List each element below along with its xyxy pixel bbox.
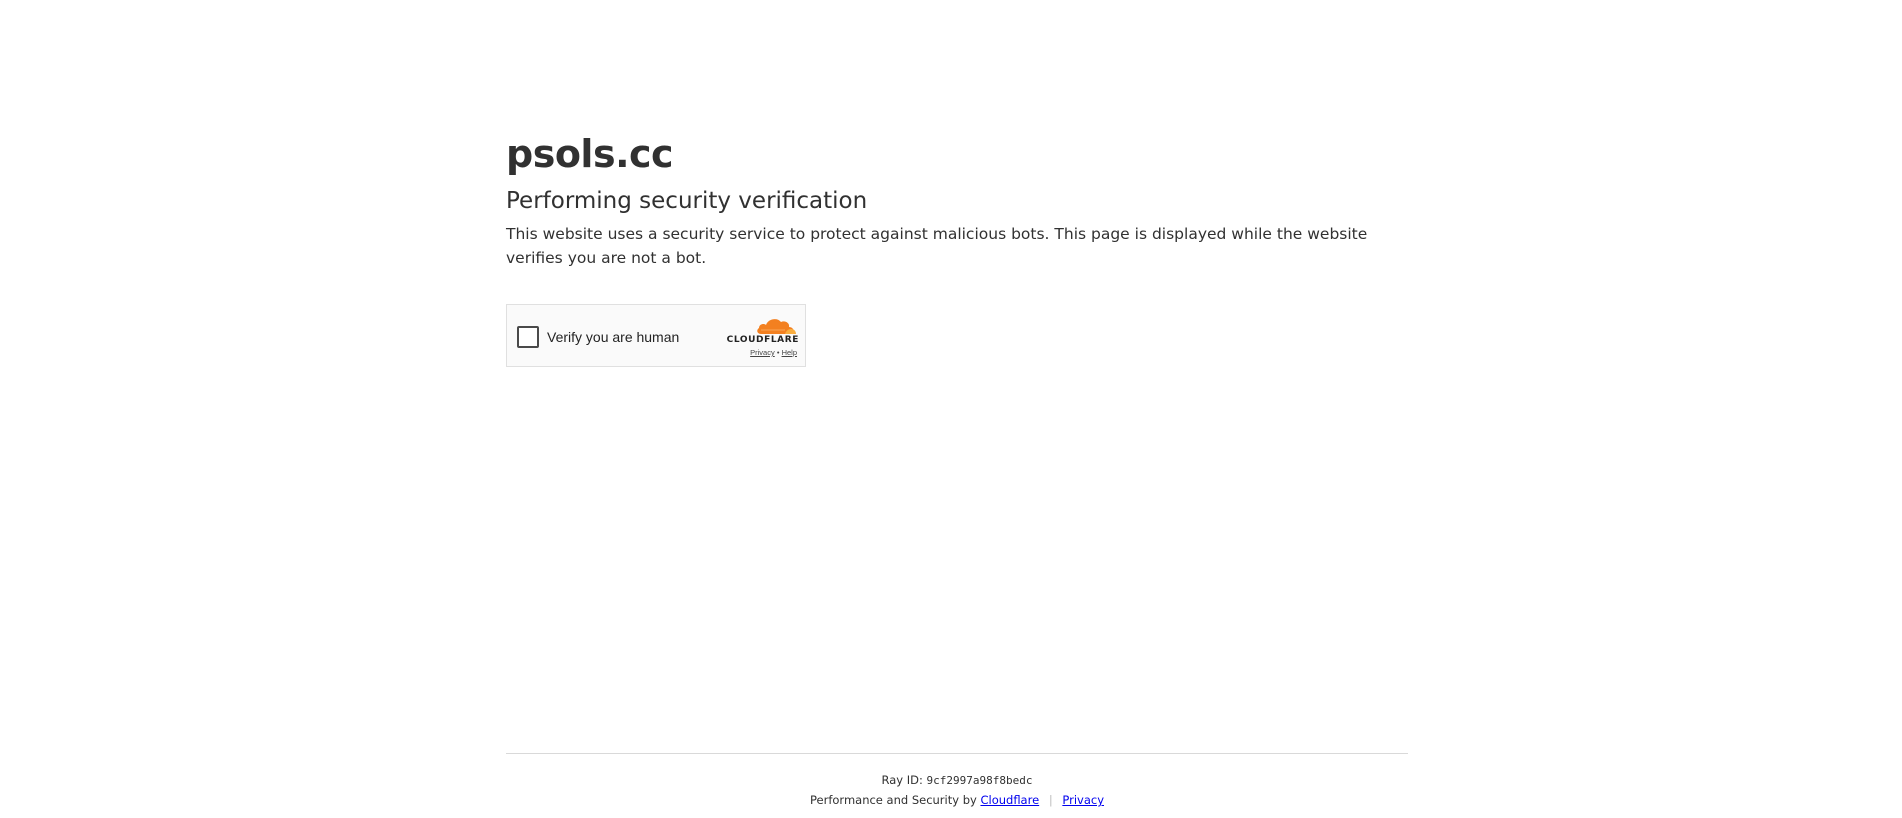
page-description: This website uses a security service to …	[506, 225, 1368, 267]
performance-line: Performance and Security by Cloudflare |…	[506, 792, 1408, 808]
ray-id-value: 9cf2997a98f8bedc	[926, 774, 1033, 787]
footer-separator: |	[1048, 793, 1053, 807]
site-name: psols.cc	[506, 132, 674, 176]
turnstile-widget: Verify you are human CLOUDFLARE Privacy …	[506, 304, 806, 367]
ray-id-line: Ray ID: 9cf2997a98f8bedc	[506, 772, 1408, 789]
footer: Ray ID: 9cf2997a98f8bedc Performance and…	[506, 753, 1408, 808]
cloudflare-link[interactable]: Cloudflare	[980, 793, 1039, 807]
widget-privacy-link[interactable]: Privacy	[750, 348, 775, 357]
widget-links: Privacy • Help	[750, 348, 797, 357]
verify-label[interactable]: Verify you are human	[547, 327, 679, 347]
performance-text: Performance and Security by	[810, 793, 977, 807]
verify-checkbox[interactable]	[517, 326, 539, 348]
page-heading: Performing security verification	[506, 188, 868, 214]
widget-link-separator: •	[776, 348, 780, 357]
widget-help-link[interactable]: Help	[782, 348, 797, 357]
cloudflare-cloud-icon	[757, 319, 796, 334]
footer-privacy-link[interactable]: Privacy	[1062, 793, 1104, 807]
cloudflare-brand-text: CLOUDFLARE	[726, 335, 799, 345]
main-content: psols.cc Performing security verificatio…	[506, 132, 1406, 270]
ray-id-label: Ray ID:	[881, 773, 923, 787]
